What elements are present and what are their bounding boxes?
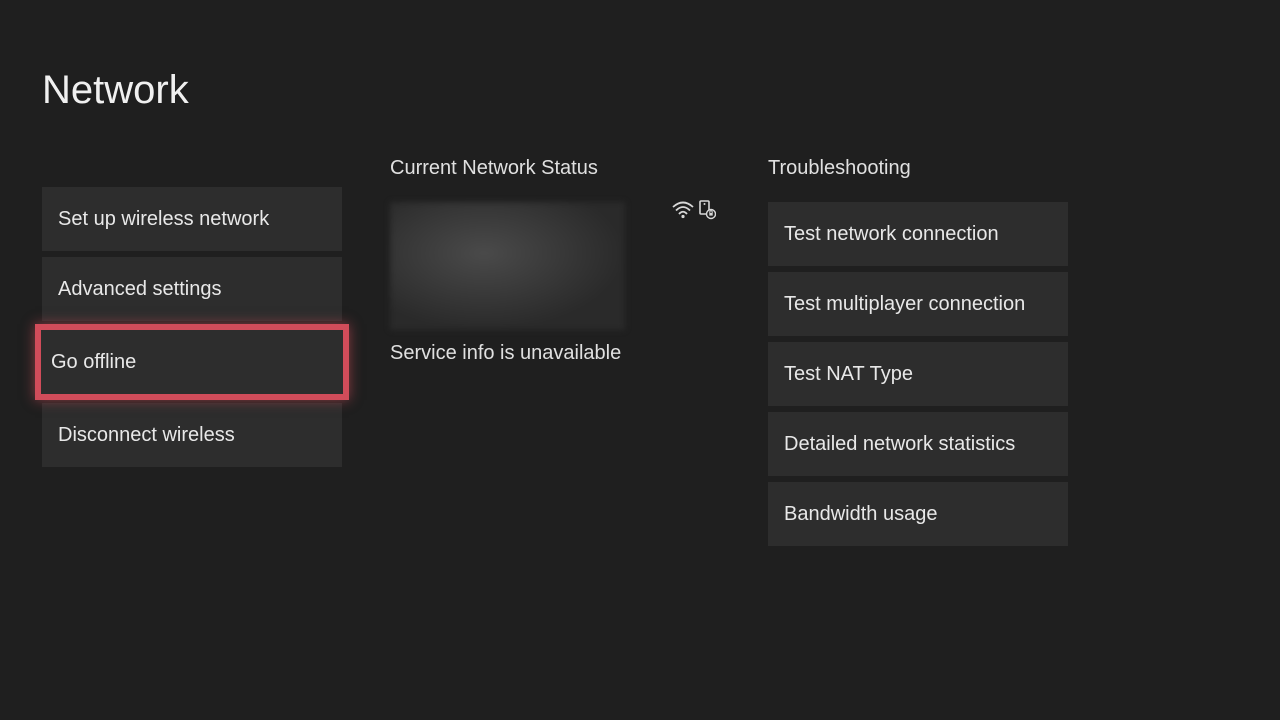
detailed-network-statistics-button[interactable]: Detailed network statistics [768,412,1068,476]
menu-label: Disconnect wireless [58,424,235,447]
test-multiplayer-connection-button[interactable]: Test multiplayer connection [768,272,1068,336]
test-network-connection-button[interactable]: Test network connection [768,202,1068,266]
status-thumbnail [390,202,625,330]
menu-label: Test network connection [784,223,999,246]
menu-label: Test NAT Type [784,363,913,386]
troubleshooting-heading: Troubleshooting [768,157,1068,180]
console-lock-icon [698,200,716,220]
menu-label: Advanced settings [58,278,221,301]
menu-label: Bandwidth usage [784,503,937,526]
advanced-settings-button[interactable]: Advanced settings [42,257,342,321]
go-offline-button[interactable]: Go offline [35,324,349,400]
menu-label: Test multiplayer connection [784,293,1025,316]
status-heading: Current Network Status [390,157,720,180]
setup-wireless-button[interactable]: Set up wireless network [42,187,342,251]
wifi-icon [672,201,694,219]
page-title: Network [42,68,1238,113]
network-actions-menu: Set up wireless network Advanced setting… [42,157,342,552]
test-nat-type-button[interactable]: Test NAT Type [768,342,1068,406]
status-message: Service info is unavailable [390,342,720,365]
troubleshooting-section: Troubleshooting Test network connection … [768,157,1068,552]
menu-label: Set up wireless network [58,208,269,231]
menu-label: Go offline [51,351,136,374]
disconnect-wireless-button[interactable]: Disconnect wireless [42,403,342,467]
network-status-section: Current Network Status [390,157,720,552]
bandwidth-usage-button[interactable]: Bandwidth usage [768,482,1068,546]
menu-label: Detailed network statistics [784,433,1015,456]
